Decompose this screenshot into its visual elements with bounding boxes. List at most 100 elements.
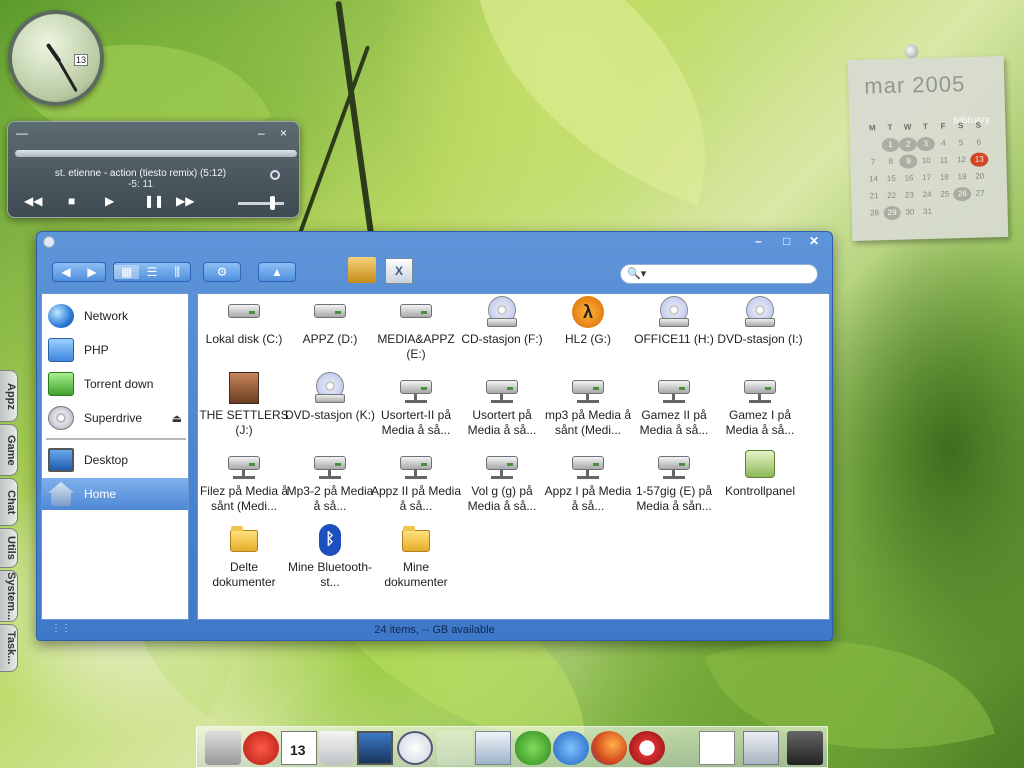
side-tab-system[interactable]: System...	[0, 570, 18, 622]
calendar-day[interactable]: 27	[971, 186, 989, 200]
opera-icon[interactable]	[629, 731, 665, 765]
sidebar-item-php[interactable]: PHP	[42, 334, 188, 366]
file-item[interactable]: Mp3-2 på Media å så...	[284, 448, 376, 514]
calendar-day[interactable]: 17	[918, 171, 936, 185]
file-item[interactable]: Usortert på Media å så...	[456, 372, 548, 438]
calendar-day[interactable]: 7	[864, 155, 882, 169]
side-tab-chat[interactable]: Chat	[0, 478, 18, 526]
player-close-button[interactable]: ×	[280, 126, 287, 140]
side-tab-task[interactable]: Task...	[0, 624, 18, 672]
file-item[interactable]: Lokal disk (C:)	[198, 296, 290, 347]
sidebar-item-desktop[interactable]: Desktop	[42, 444, 188, 476]
player-options-icon[interactable]	[270, 170, 280, 180]
file-item[interactable]: Vol g (g) på Media å så...	[456, 448, 548, 514]
volume-slider[interactable]	[238, 202, 284, 205]
blank-icon[interactable]	[437, 731, 473, 765]
search-field[interactable]: 🔍▾	[620, 264, 818, 284]
calendar-day[interactable]: 13	[970, 152, 989, 167]
rewind-button[interactable]: ◀◀	[24, 194, 42, 208]
file-item[interactable]: 1-57gig (E) på Media å sån...	[628, 448, 720, 514]
file-item[interactable]: OFFICE11 (H:)	[628, 296, 720, 347]
file-item[interactable]: DVD-stasjon (I:)	[714, 296, 806, 347]
file-item[interactable]: CD-stasjon (F:)	[456, 296, 548, 347]
file-item[interactable]: λ HL2 (G:)	[542, 296, 634, 347]
file-item[interactable]: Appz II på Media å så...	[370, 448, 462, 514]
file-item[interactable]: Gamez II på Media å så...	[628, 372, 720, 438]
laptop-icon[interactable]	[787, 731, 823, 765]
window-menu-icon[interactable]	[43, 236, 55, 248]
calendar-day[interactable]: 9	[899, 154, 918, 169]
file-item[interactable]: THE SETTLERS (J:)	[198, 372, 290, 438]
play-button[interactable]: ▶	[105, 194, 114, 208]
sidebar-item-home[interactable]: Home	[42, 478, 188, 510]
player-menu-button[interactable]: —	[16, 126, 28, 140]
firefox-icon[interactable]	[591, 731, 627, 765]
mail-icon[interactable]	[475, 731, 511, 765]
calendar-day[interactable]: 31	[919, 205, 937, 219]
clock-icon[interactable]	[397, 731, 433, 765]
file-item[interactable]: APPZ (D:)	[284, 296, 376, 347]
action-button[interactable]: ⚙	[203, 262, 241, 282]
power-icon[interactable]	[243, 731, 279, 765]
eject-button[interactable]: ▲	[258, 262, 296, 282]
finder-icon[interactable]	[205, 731, 241, 765]
calendar-day[interactable]: 19	[953, 170, 971, 184]
calendar-day[interactable]: 29	[883, 205, 902, 221]
minimize-button[interactable]: –	[755, 234, 762, 248]
sidebar-item-superdrive[interactable]: Superdrive ⏏	[42, 402, 188, 434]
volume-knob[interactable]	[270, 196, 275, 210]
view-columns-button[interactable]: ⫼	[165, 265, 190, 280]
folder-toolbar-icon[interactable]	[348, 257, 376, 283]
ie-icon[interactable]	[553, 731, 589, 765]
side-tab-game[interactable]: Game	[0, 424, 18, 476]
calendar-day[interactable]: 18	[935, 170, 953, 184]
eject-icon[interactable]: ⏏	[172, 412, 182, 425]
app-icon[interactable]	[743, 731, 779, 765]
file-item[interactable]: ᛒ Mine Bluetooth-st...	[284, 524, 376, 590]
file-item[interactable]: DVD-stasjon (K:)	[284, 372, 376, 423]
calendar-day[interactable]: 11	[935, 153, 953, 167]
calendar-day[interactable]: 28	[866, 206, 884, 220]
calendar-day[interactable]: 1	[881, 137, 900, 153]
calendar-day[interactable]: 3	[916, 136, 935, 152]
back-button[interactable]: ◀	[53, 265, 79, 279]
file-item[interactable]: Usortert-II på Media å så...	[370, 372, 462, 438]
calendar-day[interactable]: 24	[918, 188, 936, 202]
calendar-day[interactable]: 10	[917, 154, 935, 168]
tool-x-icon[interactable]: X	[385, 258, 413, 284]
forward-button[interactable]: ▶▶	[176, 194, 194, 208]
calendar-day[interactable]: 15	[882, 172, 900, 186]
file-item[interactable]: Delte dokumenter	[198, 524, 290, 590]
calendar-icon[interactable]: 13	[281, 731, 317, 765]
view-icons-button[interactable]: ▦	[114, 265, 140, 279]
calendar-day[interactable]: 25	[936, 187, 954, 201]
close-button[interactable]: ✕	[809, 234, 819, 248]
calendar-day[interactable]: 20	[971, 169, 989, 183]
calendar-day[interactable]: 21	[865, 189, 883, 203]
pause-button[interactable]: ❚❚	[144, 194, 164, 208]
calendar-day[interactable]: 4	[934, 136, 952, 150]
monitor-icon[interactable]	[357, 731, 393, 765]
calendar-day[interactable]: 26	[953, 186, 972, 202]
sidebar-item-torrent-down[interactable]: Torrent down	[42, 368, 188, 400]
side-tab-utils[interactable]: Utils	[0, 528, 18, 568]
messenger-icon[interactable]	[515, 731, 551, 765]
calendar-day[interactable]: 2	[899, 137, 918, 152]
file-item[interactable]: Kontrollpanel	[714, 448, 806, 499]
calendar-day[interactable]: 22	[883, 189, 901, 203]
side-tab-appz[interactable]: Appz	[0, 370, 18, 422]
calendar-day[interactable]: 23	[900, 188, 918, 202]
document-icon[interactable]	[699, 731, 735, 765]
forward-button[interactable]: ▶	[79, 265, 105, 279]
calendar-day[interactable]: 12	[953, 153, 971, 167]
view-list-button[interactable]: ☰	[139, 265, 164, 279]
file-item[interactable]: MEDIA&APPZ (E:)	[370, 296, 462, 362]
file-item[interactable]: mp3 på Media å sånt (Medi...	[542, 372, 634, 438]
maximize-button[interactable]: □	[783, 234, 790, 248]
file-item[interactable]: Filez på Media å sånt (Medi...	[198, 448, 290, 514]
calendar-day[interactable]: 16	[900, 171, 918, 185]
sidebar-item-network[interactable]: Network	[42, 300, 188, 332]
file-item[interactable]: Appz I på Media å så...	[542, 448, 634, 514]
stop-button[interactable]: ■	[68, 194, 75, 208]
file-item[interactable]: Gamez I på Media å så...	[714, 372, 806, 438]
